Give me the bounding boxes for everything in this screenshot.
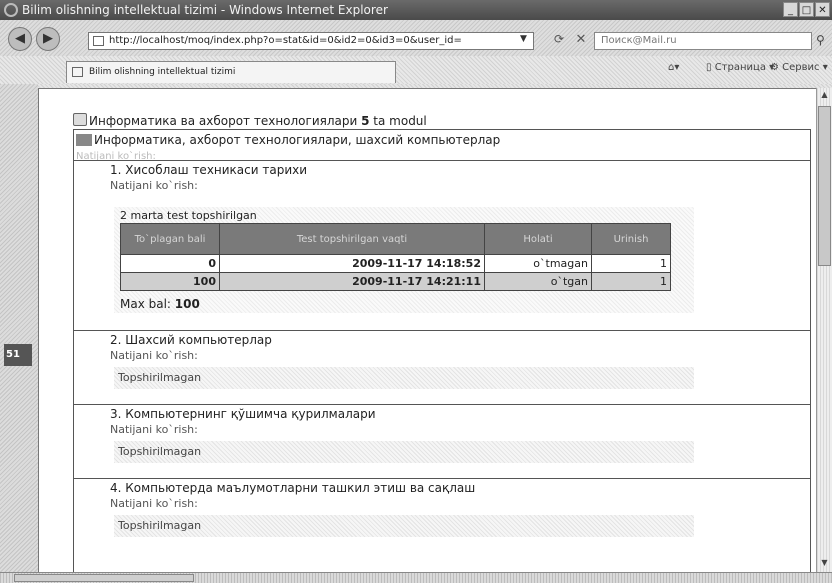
cell-score: 0 xyxy=(120,254,220,273)
test-count-text: 2 marta test topshirilgan xyxy=(120,209,257,222)
page-menu[interactable]: ▯ Страница ▾ xyxy=(706,62,774,73)
cell-attempt: 1 xyxy=(591,254,671,273)
topic-title: 4. Компьютерда маълумотларни ташкил этиш… xyxy=(110,481,476,495)
back-button[interactable]: ◀ xyxy=(8,27,32,51)
max-score-label: Max bal: xyxy=(120,297,175,311)
search-input[interactable]: Поиск@Mail.ru xyxy=(594,32,812,50)
module-title-text: Информатика, ахборот технологиялари, шах… xyxy=(94,133,501,147)
title-bar: Bilim olishning intellektual tizimi - Wi… xyxy=(0,0,832,20)
topic-results-link[interactable]: Natijani ko`rish: xyxy=(110,179,198,192)
cell-score: 100 xyxy=(120,272,220,291)
topic-title: 1. Хисоблаш техникаси тарихи xyxy=(110,163,308,177)
content-frame: 51 Информатика ва ахборот технологиялари… xyxy=(0,84,832,573)
left-sidebar: 51 xyxy=(0,84,38,572)
results-table: To`plagan bali Test topshirilgan vaqti H… xyxy=(120,223,671,291)
module-box: Информатика, ахборот технологиялари, шах… xyxy=(73,129,811,573)
topic-results-link[interactable]: Natijani ko`rish: xyxy=(110,349,198,362)
scroll-up-icon[interactable]: ▲ xyxy=(819,90,830,102)
vertical-scrollbar[interactable]: ▲ ▼ xyxy=(816,88,832,572)
max-score: Max bal: 100 xyxy=(120,297,200,311)
topic-3: 3. Компьютернинг қўшимча қурилмалари Nat… xyxy=(74,404,810,479)
address-bar[interactable]: http://localhost/moq/index.php?o=stat&id… xyxy=(88,32,534,50)
topic-status: Topshirilmagan xyxy=(114,515,694,537)
window-title: Bilim olishning intellektual tizimi - Wi… xyxy=(22,3,388,17)
address-url: http://localhost/moq/index.php?o=stat&id… xyxy=(109,35,462,46)
ie-logo-icon xyxy=(4,3,18,17)
topic-2: 2. Шахсий компьютерлар Natijani ko`rish:… xyxy=(74,330,810,405)
cell-status: o`tmagan xyxy=(484,254,592,273)
stop-icon[interactable]: ✕ xyxy=(572,32,590,50)
topic-results-link[interactable]: Natijani ko`rish: xyxy=(110,497,198,510)
topic-status: Topshirilmagan xyxy=(114,367,694,389)
browser-window: Bilim olishning intellektual tizimi - Wi… xyxy=(0,0,832,583)
table-row: 0 2009-11-17 14:18:52 o`tmagan 1 xyxy=(120,254,671,273)
topic-status: Topshirilmagan xyxy=(114,441,694,463)
topic-title: 2. Шахсий компьютерлар xyxy=(110,333,272,347)
header-attempt: Urinish xyxy=(591,223,671,255)
header-status: Holati xyxy=(484,223,592,255)
cell-status: o`tgan xyxy=(484,272,592,291)
topic-results-link[interactable]: Natijani ko`rish: xyxy=(110,423,198,436)
test-results-area: 2 marta test topshirilgan To`plagan bali… xyxy=(114,207,694,313)
cell-date: 2009-11-17 14:21:11 xyxy=(219,272,485,291)
horizontal-scroll-thumb[interactable] xyxy=(14,574,194,582)
module-icon xyxy=(76,134,92,146)
course-title: Информатика ва ахборот технологиялари xyxy=(89,114,362,128)
address-dropdown-icon[interactable]: ▼ xyxy=(520,34,527,44)
course-suffix: ta modul xyxy=(369,114,427,128)
scroll-thumb[interactable] xyxy=(818,106,831,266)
course-icon xyxy=(73,113,87,126)
page-menu-label: Страница xyxy=(714,62,766,73)
maximize-button[interactable]: □ xyxy=(799,2,814,17)
scroll-down-icon[interactable]: ▼ xyxy=(819,558,830,570)
close-button[interactable]: ✕ xyxy=(815,2,830,17)
cell-date: 2009-11-17 14:18:52 xyxy=(219,254,485,273)
search-icon[interactable]: ⚲ xyxy=(816,33,825,47)
refresh-icon[interactable]: ⟳ xyxy=(550,32,568,50)
cell-attempt: 1 xyxy=(591,272,671,291)
navigation-bar: ◀ ▶ http://localhost/moq/index.php?o=sta… xyxy=(0,20,832,56)
page-content: Информатика ва ахборот технологиялари 5 … xyxy=(38,88,817,573)
tab-page-icon xyxy=(72,67,83,77)
minimize-button[interactable]: _ xyxy=(783,2,798,17)
sidebar-badge[interactable]: 51 xyxy=(4,344,32,366)
back-arrow-icon: ◀ xyxy=(15,31,25,46)
header-date: Test topshirilgan vaqti xyxy=(219,223,485,255)
max-score-value: 100 xyxy=(174,297,200,311)
home-icon[interactable]: ⌂▾ xyxy=(668,62,679,73)
tab-label: Bilim olishning intellektual tizimi xyxy=(89,67,236,77)
table-header-row: To`plagan bali Test topshirilgan vaqti H… xyxy=(120,223,671,255)
forward-button[interactable]: ▶ xyxy=(36,27,60,51)
tab-active[interactable]: Bilim olishning intellektual tizimi xyxy=(66,61,396,83)
topic-4: 4. Компьютерда маълумотларни ташкил этиш… xyxy=(74,478,810,573)
header-score: To`plagan bali xyxy=(120,223,220,255)
topic-title: 3. Компьютернинг қўшимча қурилмалари xyxy=(110,407,376,421)
page-icon xyxy=(93,36,104,46)
course-heading: Информатика ва ахборот технологиялари 5 … xyxy=(73,113,427,128)
topic-1: 1. Хисоблаш техникаси тарихи Natijani ko… xyxy=(74,160,810,331)
forward-arrow-icon: ▶ xyxy=(43,31,53,46)
module-title: Информатика, ахборот технологиялари, шах… xyxy=(76,133,500,147)
tools-menu-label: Сервис xyxy=(782,62,820,73)
status-bar xyxy=(0,572,832,583)
tools-menu[interactable]: ⚙ Сервис ▾ xyxy=(770,62,828,73)
table-row: 100 2009-11-17 14:21:11 o`tgan 1 xyxy=(120,272,671,291)
window-controls: _ □ ✕ xyxy=(783,2,830,17)
